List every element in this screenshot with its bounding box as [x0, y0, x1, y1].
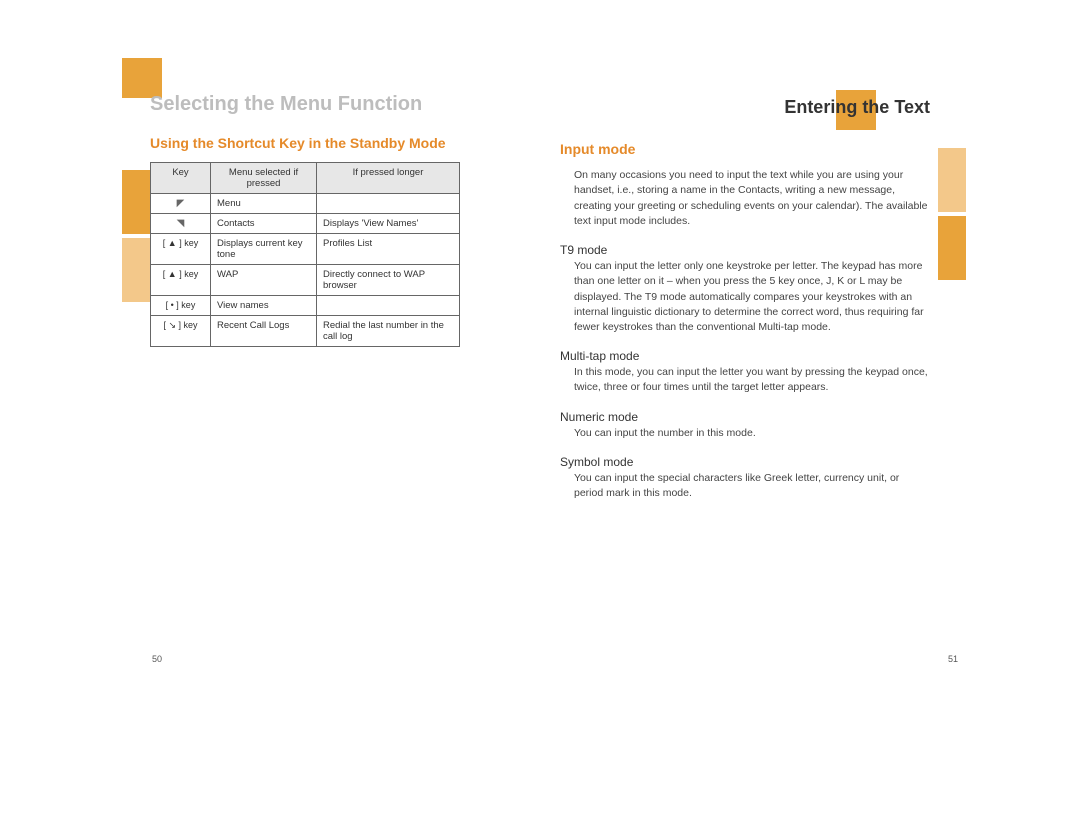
cell-menu: Contacts [211, 214, 317, 234]
table-row: [ ▲ ] key Displays current key tone Prof… [151, 234, 460, 265]
intro-paragraph: On many occasions you need to input the … [574, 168, 930, 229]
table-row: ◥ Contacts Displays 'View Names' [151, 214, 460, 234]
table-row: [ ▲ ] key WAP Directly connect to WAP br… [151, 265, 460, 296]
mode-body: You can input the letter only one keystr… [574, 259, 930, 335]
table-row: ◤ Menu [151, 194, 460, 214]
page-number-right: 51 [948, 654, 958, 664]
cell-key: [ ↘ ] key [151, 316, 211, 347]
softkey-icon: ◤ [177, 198, 185, 209]
cell-long [317, 194, 460, 214]
mode-body: You can input the number in this mode. [574, 426, 930, 441]
cell-menu: Displays current key tone [211, 234, 317, 265]
th-long: If pressed longer [317, 163, 460, 194]
cell-long: Displays 'View Names' [317, 214, 460, 234]
cell-key: ◥ [151, 214, 211, 234]
mode-heading: T9 mode [560, 243, 930, 257]
page-spread: Selecting the Menu Function Using the Sh… [120, 55, 960, 501]
mode-heading: Numeric mode [560, 410, 930, 424]
th-menu: Menu selected if pressed [211, 163, 317, 194]
mode-heading: Symbol mode [560, 455, 930, 469]
table-row: [ ↘ ] key Recent Call Logs Redial the la… [151, 316, 460, 347]
cell-long: Redial the last number in the call log [317, 316, 460, 347]
th-key: Key [151, 163, 211, 194]
cell-menu: WAP [211, 265, 317, 296]
cell-key: [ ▲ ] key [151, 265, 211, 296]
cell-menu: Menu [211, 194, 317, 214]
mode-body: You can input the special characters lik… [574, 471, 930, 501]
section-heading-left: Using the Shortcut Key in the Standby Mo… [150, 134, 520, 152]
mode-heading: Multi-tap mode [560, 349, 930, 363]
cell-long: Profiles List [317, 234, 460, 265]
cell-menu: View names [211, 296, 317, 316]
softkey-icon: ◥ [177, 218, 185, 229]
left-page: Selecting the Menu Function Using the Sh… [120, 55, 540, 501]
table-row: [ • ] key View names [151, 296, 460, 316]
shortcut-key-table: Key Menu selected if pressed If pressed … [150, 162, 460, 347]
cell-menu: Recent Call Logs [211, 316, 317, 347]
section-heading-right: Input mode [560, 140, 930, 158]
right-page: Entering the Text Input mode On many occ… [540, 55, 960, 501]
chapter-title-right: Entering the Text [560, 97, 930, 118]
mode-body: In this mode, you can input the letter y… [574, 365, 930, 395]
cell-key: ◤ [151, 194, 211, 214]
cell-key: [ ▲ ] key [151, 234, 211, 265]
cell-long [317, 296, 460, 316]
cell-long: Directly connect to WAP browser [317, 265, 460, 296]
cell-key: [ • ] key [151, 296, 211, 316]
chapter-title-left: Selecting the Menu Function [150, 93, 520, 116]
page-number-left: 50 [152, 654, 162, 664]
